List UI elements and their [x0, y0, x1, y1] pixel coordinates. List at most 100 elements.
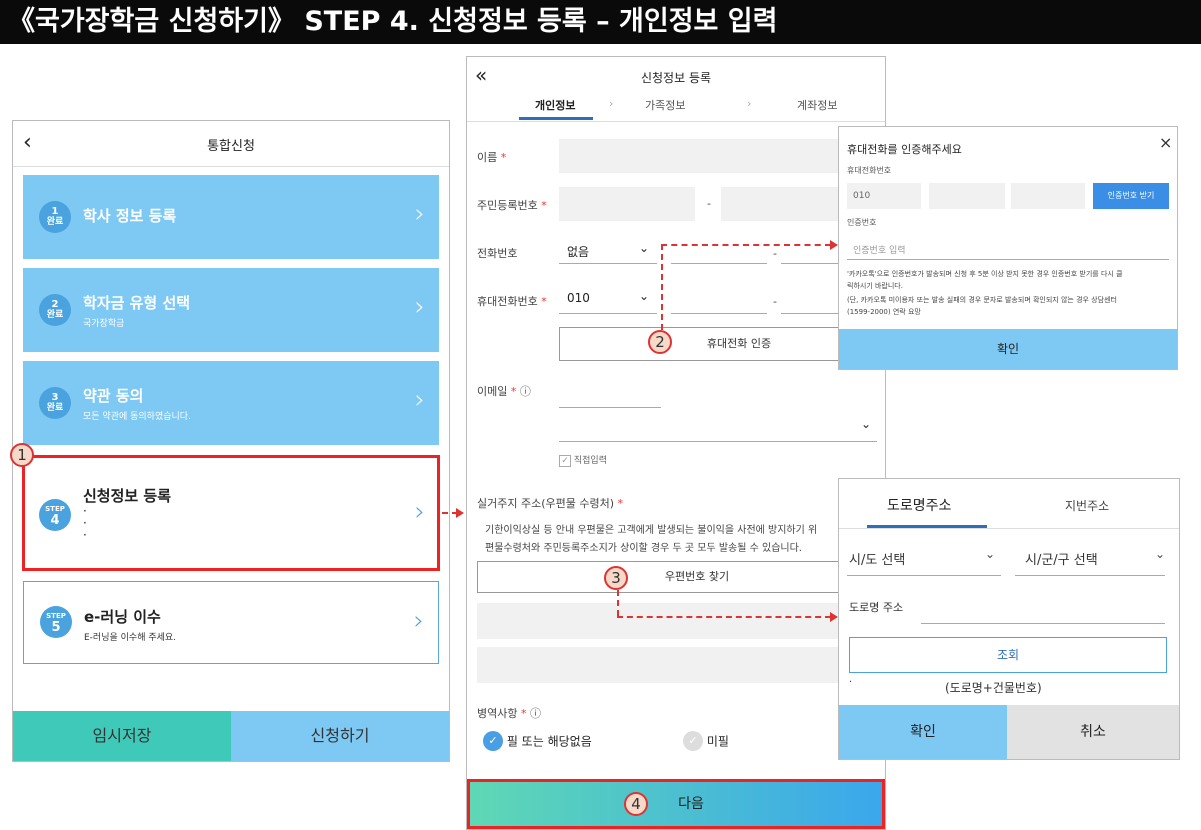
popup-note: '카카오톡'으로 인증번호가 발송되며 신청 후 5분 이상 받지 못한 경우 … [847, 270, 1123, 278]
phone-prefix-underline [559, 263, 657, 264]
tab-lot-address[interactable]: 지번주소 [1065, 497, 1109, 514]
apply-button[interactable]: 신청하기 [231, 711, 449, 761]
mobile-auth-button[interactable]: 휴대전화 인증 [559, 327, 849, 361]
phone-mid-input[interactable] [671, 263, 767, 264]
next-button[interactable]: 다음 [467, 779, 885, 829]
military-option-done[interactable]: ✓ 필 또는 해당없음 [483, 731, 592, 751]
email-label: 이메일 * ⓘ [477, 385, 531, 398]
email-direct-checkbox[interactable]: ✓ 직접입력 [559, 453, 607, 467]
rrn-back-input[interactable] [721, 187, 849, 221]
step-title: 학자금 유형 선택 [83, 294, 191, 312]
phone-prefix-select[interactable]: 없음 [567, 243, 589, 260]
military-label: 병역사항 * ⓘ [477, 707, 541, 720]
mobile-dash: - [773, 295, 777, 308]
step-title: 약관 동의 [83, 387, 144, 405]
tab-separator-icon: › [609, 97, 614, 110]
step-title: 학사 정보 등록 [83, 207, 177, 225]
name-input[interactable] [559, 139, 849, 173]
code-underline [847, 259, 1169, 260]
check-circle-icon: ✓ [683, 731, 703, 751]
info-icon: ⓘ [529, 707, 541, 720]
sigungu-underline [1015, 575, 1165, 576]
rrn-dash: - [707, 197, 711, 210]
mobile-mid-input[interactable] [671, 313, 767, 314]
chevron-right-icon: › [414, 199, 425, 229]
chevron-down-icon: ⌄ [639, 241, 650, 255]
close-icon[interactable]: × [1159, 133, 1172, 152]
marker-4: 4 [624, 792, 648, 816]
chevron-down-icon: ⌄ [639, 289, 650, 303]
sido-select[interactable]: 시/도 선택 [849, 549, 905, 568]
mobile-prefix-select[interactable]: 010 [567, 291, 590, 305]
popup-note: 릭하시기 바랍니다. [847, 282, 903, 290]
phone-last-input[interactable] [1011, 183, 1085, 209]
arrow-right-icon [456, 508, 464, 518]
phone-auth-popup: 휴대전화를 인증해주세요 × 휴대전화번호 010 인증번호 받기 인증번호 인… [838, 126, 1178, 370]
page-title: 《국가장학금 신청하기》 STEP 4. 신청정보 등록 – 개인정보 입력 [0, 0, 1201, 44]
tab-separator-icon: › [747, 97, 752, 110]
tab-family[interactable]: 가족정보 [645, 97, 685, 113]
address-hint: (도로명+건물번호) [945, 681, 1042, 695]
phone-mid-input[interactable] [929, 183, 1005, 209]
chevron-right-icon: › [414, 385, 425, 415]
zip-search-button[interactable]: 우편번호 찾기 [477, 561, 887, 593]
tab-account[interactable]: 계좌정보 [797, 97, 837, 113]
cancel-button[interactable]: 취소 [1007, 705, 1179, 759]
chevron-right-icon: › [413, 606, 424, 636]
step-badge: 1 완료 [39, 201, 71, 233]
marker-3: 3 [604, 566, 628, 590]
step-card-5[interactable]: STEP 5 e-러닝 이수 E-러닝을 이수해 주세요. › [23, 581, 439, 664]
step-card-2[interactable]: 2 완료 학자금 유형 선택 국가장학금 › [23, 268, 439, 352]
active-tab-underline [519, 117, 593, 120]
confirm-button[interactable]: 확인 [839, 329, 1177, 369]
bullet-dot: · [849, 677, 853, 688]
step-badge: 3 완료 [39, 387, 71, 419]
sigungu-select[interactable]: 시/군/구 선택 [1025, 549, 1098, 568]
code-label: 인증번호 [847, 218, 877, 227]
confirm-button[interactable]: 확인 [839, 705, 1007, 759]
military-option-not-done[interactable]: ✓ 미필 [683, 731, 729, 751]
address-line1-input[interactable] [477, 603, 887, 639]
mobile-label: 휴대전화번호 * [477, 295, 547, 308]
phone-prefix-input[interactable]: 010 [847, 183, 921, 209]
rrn-front-input[interactable] [559, 187, 695, 221]
address-line2-input[interactable] [477, 647, 887, 683]
step-title: e-러닝 이수 [84, 608, 161, 626]
connector-line [661, 244, 831, 246]
address-note-1: 기한이익상실 등 안내 우편물은 고객에게 발생되는 불이익을 사전에 방지하기… [485, 525, 818, 536]
temp-save-button[interactable]: 임시저장 [13, 711, 231, 761]
phone-label: 전화번호 [477, 247, 518, 260]
step-card-1[interactable]: 1 완료 학사 정보 등록 › [23, 175, 439, 259]
sido-underline [847, 575, 1001, 576]
step-card-3[interactable]: 3 완료 약관 동의 모든 약관에 동의하였습니다. › [23, 361, 439, 445]
step-sub: E-러닝을 이수해 주세요. [84, 633, 177, 643]
email-domain-select[interactable] [559, 441, 877, 442]
address-label: 실거주지 주소(우편물 수령처) * [477, 497, 624, 510]
road-address-input[interactable] [921, 623, 1165, 624]
step-sub: 국가장학금 [83, 319, 125, 329]
rrn-label: 주민등록번호 * [477, 199, 547, 212]
chevron-right-icon: › [414, 292, 425, 322]
email-id-input[interactable] [559, 407, 661, 408]
phone-number-label: 휴대전화번호 [847, 166, 892, 175]
integrated-apply-screen: ‹ 통합신청 1 완료 학사 정보 등록 › 2 완료 학자금 유형 선택 국가장학… [12, 120, 450, 762]
popup-title: 휴대전화를 인증해주세요 [847, 143, 962, 156]
tab-road-address[interactable]: 도로명주소 [887, 495, 951, 515]
step-badge: 2 완료 [39, 294, 71, 326]
arrow-right-icon [830, 240, 838, 250]
step-sub: 모든 약관에 동의하였습니다. [83, 412, 191, 422]
check-circle-icon: ✓ [483, 731, 503, 751]
step-badge: STEP 5 [40, 606, 72, 638]
application-info-screen: « 신청정보 등록 개인정보 › 가족정보 › 계좌정보 이름 * 주민등록번호… [466, 56, 887, 830]
get-code-button[interactable]: 인증번호 받기 [1093, 183, 1169, 209]
divider [839, 528, 1179, 529]
screen-title: 통합신청 [207, 139, 255, 154]
code-input[interactable]: 인증번호 입력 [853, 243, 906, 256]
popup-note: (단, 카카오톡 미이용자 또는 발송 실패의 경우 문자로 발송되며 확인되지… [847, 296, 1117, 304]
connector-line [661, 244, 663, 330]
search-button[interactable]: 조회 [849, 637, 1167, 673]
info-icon: ⓘ [519, 385, 531, 398]
chevron-down-icon: ⌄ [985, 547, 996, 561]
phone-dash: - [773, 247, 777, 260]
tab-personal[interactable]: 개인정보 [535, 97, 575, 113]
